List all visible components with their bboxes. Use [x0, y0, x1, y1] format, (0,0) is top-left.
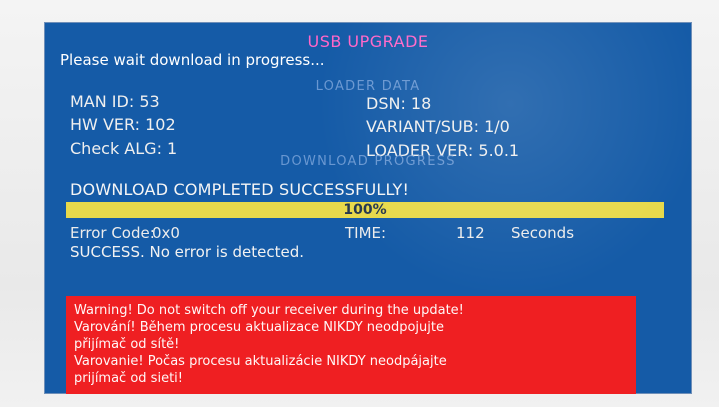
download-status: Please wait download in progress...: [60, 51, 325, 69]
download-progress-section-label: DOWNLOAD PROGRESS: [280, 154, 456, 169]
variant-sub-field: VARIANT/SUB: 1/0: [366, 117, 510, 136]
time-label: TIME:: [345, 224, 387, 242]
warning-box: Warning! Do not switch off your receiver…: [66, 296, 636, 394]
warning-line-cz-2: přijímač od sítě!: [74, 337, 180, 352]
tv-bezel: USB UPGRADE Please wait download in prog…: [0, 0, 719, 407]
warning-line-sk-2: prijímač od sieti!: [74, 371, 183, 386]
download-progress-percent: 100%: [343, 202, 387, 218]
warning-line-en: Warning! Do not switch off your receiver…: [74, 303, 464, 318]
time-unit-label: Seconds: [511, 224, 575, 242]
upgrade-screen: USB UPGRADE Please wait download in prog…: [44, 22, 692, 394]
hw-version-field: HW VER: 102: [70, 115, 176, 134]
time-value: 112: [456, 224, 485, 242]
warning-line-sk-1: Varovanie! Počas procesu aktualizácie NI…: [74, 354, 447, 369]
download-complete-message: DOWNLOAD COMPLETED SUCCESSFULLY!: [70, 180, 410, 199]
download-progress-bar: 100%: [66, 202, 664, 218]
dsn-field: DSN: 18: [366, 94, 432, 113]
man-id-field: MAN ID: 53: [70, 92, 160, 111]
error-code-label: Error Code:: [70, 224, 155, 242]
warning-line-cz-1: Varování! Během procesu aktualizace NIKD…: [74, 320, 444, 335]
screen-title: USB UPGRADE: [307, 32, 429, 51]
success-message: SUCCESS. No error is detected.: [70, 243, 305, 261]
error-code-value: 0x0: [152, 224, 180, 242]
